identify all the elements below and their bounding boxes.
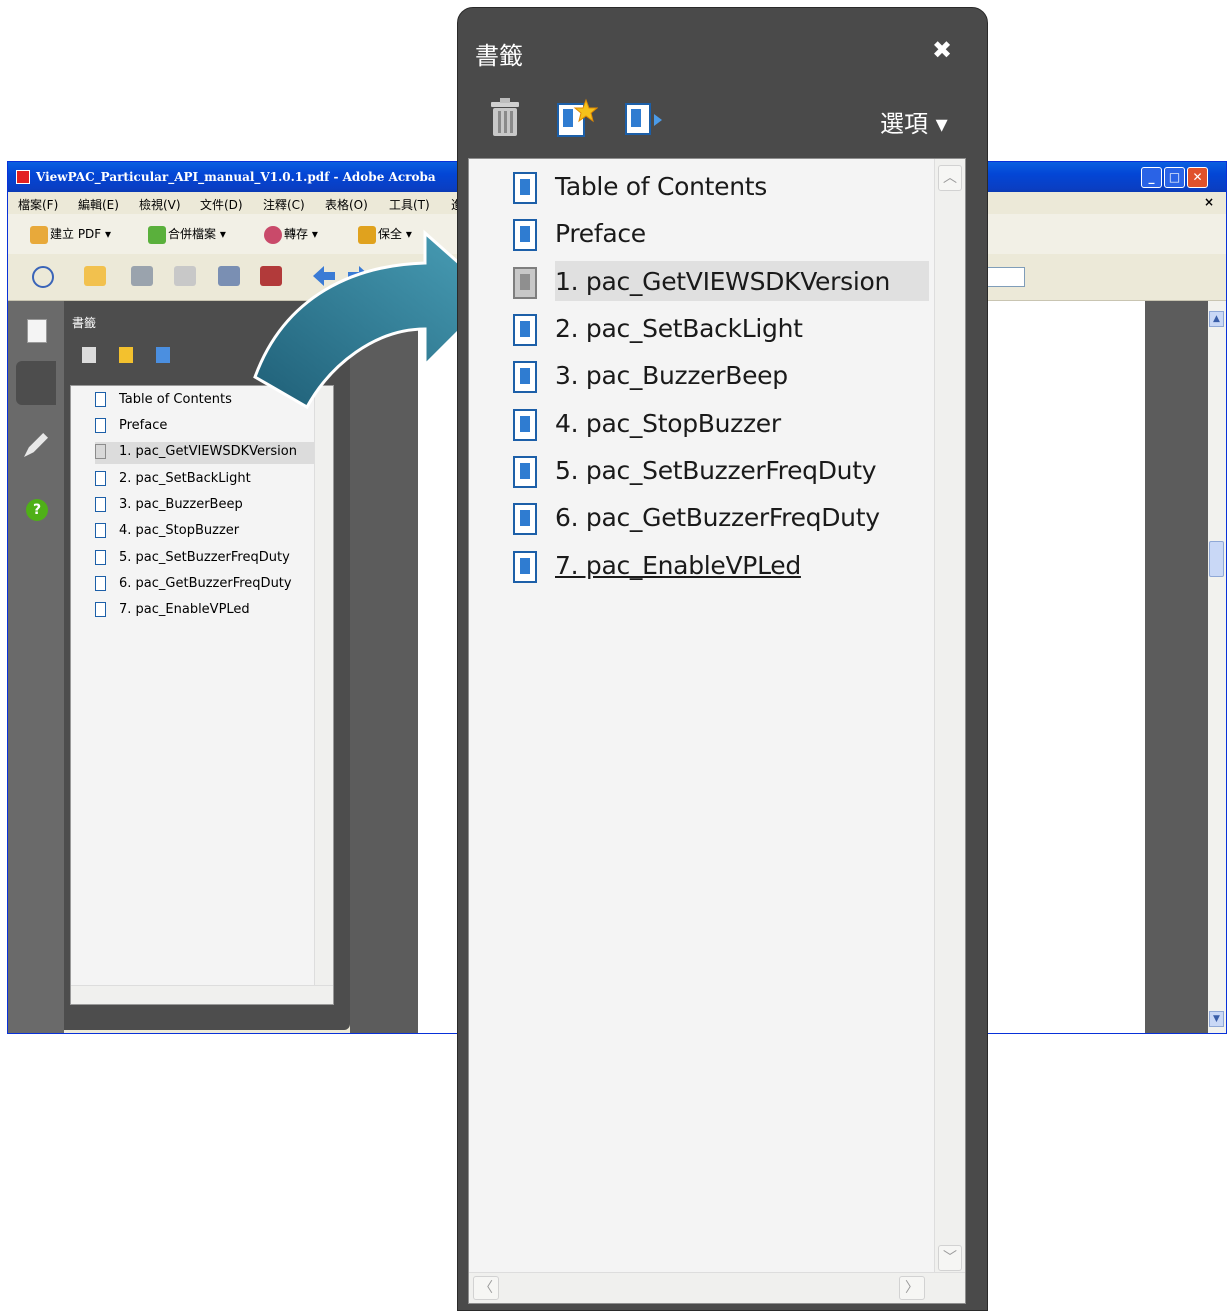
expand-bookmark-icon[interactable] [624, 98, 670, 138]
bookmark-icon [95, 471, 106, 486]
options-menu-button[interactable]: 選項 ▾ [880, 104, 948, 139]
combine-files-button[interactable]: 合併檔案 ▾ [148, 225, 226, 244]
maximize-button[interactable]: □ [1164, 167, 1185, 188]
bookmark-label: 3. pac_BuzzerBeep [555, 361, 788, 390]
menu-view[interactable]: 檢視(V) [139, 196, 181, 213]
bookmark-icon [513, 456, 537, 488]
menu-edit[interactable]: 編輯(E) [78, 196, 119, 213]
scroll-down-icon[interactable]: ▼ [1209, 1011, 1224, 1027]
bookmark-label: Table of Contents [555, 172, 767, 201]
trash-icon[interactable] [488, 98, 522, 138]
scroll-up-icon[interactable]: ▲ [1209, 311, 1224, 327]
bookmark-label: 2. pac_SetBackLight [555, 314, 803, 343]
close-window-button[interactable]: ✕ [1187, 167, 1208, 188]
scroll-down-icon[interactable]: ﹀ [938, 1245, 962, 1271]
organizer-icon[interactable] [32, 266, 54, 288]
new-bookmark-icon[interactable] [119, 347, 134, 363]
bookmarks-tab-icon[interactable] [16, 361, 56, 405]
navigation-pane-strip: ? 🔗 [8, 301, 64, 1033]
bookmarks-list: Table of Contents Preface 1. pac_GetVIEW… [468, 158, 966, 1304]
combine-files-icon [148, 225, 166, 244]
bookmark-item-selected[interactable]: 1. pac_GetVIEWSDKVersion [95, 442, 327, 464]
menu-file[interactable]: 檔案(F) [18, 196, 58, 213]
bookmark-label: 5. pac_SetBuzzerFreqDuty [555, 456, 877, 485]
bookmark-label: 6. pac_GetBuzzerFreqDuty [119, 576, 292, 591]
minimize-button[interactable]: _ [1141, 167, 1162, 188]
create-pdf-label: 建立 PDF ▾ [50, 227, 112, 241]
menu-document[interactable]: 文件(D) [200, 196, 243, 213]
scroll-right-icon[interactable]: 〉 [899, 1276, 925, 1300]
scroll-left-icon[interactable]: 〈 [473, 1276, 499, 1300]
menu-tools[interactable]: 工具(T) [389, 196, 430, 213]
menu-forms[interactable]: 表格(O) [325, 196, 368, 213]
menu-comments[interactable]: 注釋(C) [263, 196, 305, 213]
bookmarks-panel-tools [82, 347, 188, 367]
scroll-up-icon[interactable]: ︿ [938, 165, 962, 191]
bookmark-label: Preface [555, 219, 646, 248]
bookmark-icon [513, 314, 537, 346]
bookmark-icon [95, 523, 106, 538]
bookmark-label: 6. pac_GetBuzzerFreqDuty [555, 503, 880, 532]
bookmark-icon [513, 172, 537, 204]
close-icon[interactable]: ✖ [932, 36, 952, 64]
bookmark-label: 7. pac_EnableVPLed [555, 551, 801, 580]
pages-icon[interactable] [27, 319, 47, 343]
document-vertical-scrollbar[interactable]: ▲ ▼ [1208, 301, 1226, 1033]
bookmarks-horizontal-scrollbar[interactable] [71, 985, 333, 1004]
new-bookmark-icon[interactable] [556, 98, 598, 138]
bookmark-label: Preface [119, 418, 168, 433]
bookmark-label: 1. pac_GetVIEWSDKVersion [119, 444, 297, 459]
document-close-button[interactable]: × [1204, 195, 1214, 209]
bookmarks-panel-title: 書籤 [72, 316, 97, 330]
bookmark-icon [513, 551, 537, 583]
bookmark-icon [95, 550, 106, 565]
bookmark-label: 3. pac_BuzzerBeep [119, 497, 243, 512]
bookmark-icon [95, 497, 106, 512]
bookmarks-vertical-scrollbar[interactable]: ︿ ﹀ [934, 159, 965, 1273]
expand-bookmark-icon[interactable] [156, 347, 171, 363]
bookmarks-list-small: Table of Contents Preface 1. pac_GetVIEW… [70, 385, 334, 1005]
bookmark-icon [513, 219, 537, 251]
bookmark-label: 5. pac_SetBuzzerFreqDuty [119, 550, 290, 565]
bookmarks-horizontal-scrollbar[interactable]: 〈 〉 [469, 1272, 965, 1303]
zoom-field[interactable] [987, 267, 1025, 287]
acrobat-app-icon [16, 170, 30, 184]
bookmark-icon [95, 602, 106, 617]
print-icon[interactable] [131, 266, 153, 286]
signatures-icon[interactable] [24, 433, 48, 457]
create-pdf-icon [30, 225, 48, 244]
bookmark-label: 2. pac_SetBackLight [119, 471, 251, 486]
bookmark-label: Table of Contents [119, 392, 232, 407]
combine-files-label: 合併檔案 ▾ [168, 227, 226, 241]
bookmark-icon [513, 361, 537, 393]
delete-bookmark-icon[interactable] [82, 347, 96, 363]
open-folder-icon[interactable] [84, 266, 106, 286]
create-pdf-button[interactable]: 建立 PDF ▾ [30, 225, 111, 244]
window-title: ViewPAC_Particular_API_manual_V1.0.1.pdf… [36, 170, 436, 184]
bookmark-icon [513, 503, 537, 535]
bookmark-label: 4. pac_StopBuzzer [119, 523, 240, 538]
bookmark-icon [513, 409, 537, 441]
bookmark-label: 4. pac_StopBuzzer [555, 409, 781, 438]
scroll-thumb[interactable] [1209, 541, 1224, 577]
bookmark-icon [95, 576, 106, 591]
bookmark-gray-icon [95, 444, 106, 459]
help-icon[interactable]: ? [26, 499, 48, 521]
bookmark-icon [95, 392, 106, 407]
save-icon[interactable] [174, 266, 196, 286]
bookmark-label: 1. pac_GetVIEWSDKVersion [555, 267, 891, 296]
bookmark-gray-icon [513, 267, 537, 299]
bookmark-label: 7. pac_EnableVPLed [119, 602, 250, 617]
bookmarks-panel-zoomed: 書籤 ✖ 選項 ▾ Table of Contents Preface 1. p… [457, 7, 988, 1311]
email-icon[interactable] [218, 266, 240, 286]
bookmarks-panel-title: 書籤 [475, 42, 523, 70]
bookmarks-vertical-scrollbar[interactable] [314, 386, 333, 986]
bookmark-icon [95, 418, 106, 433]
